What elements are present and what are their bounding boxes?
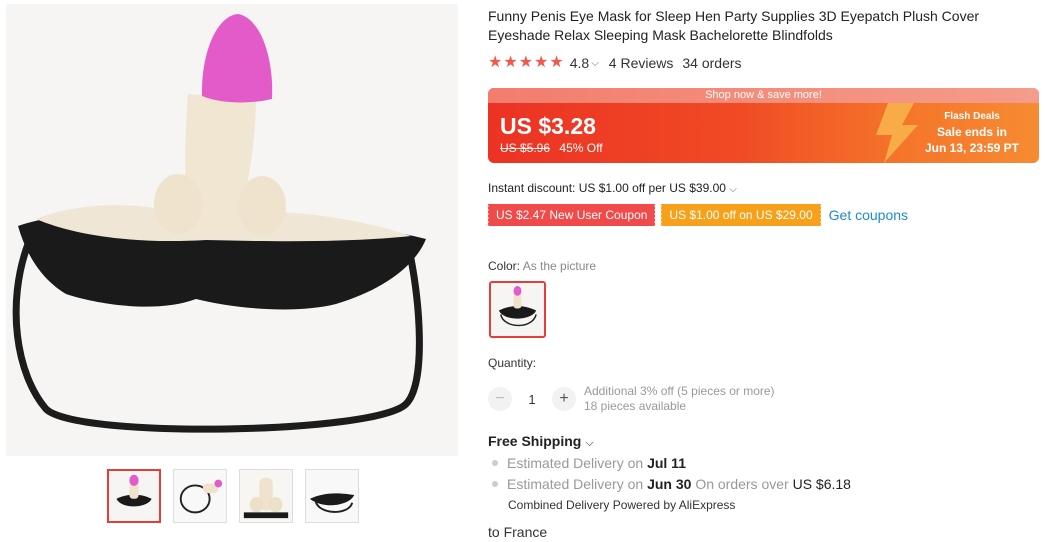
new-user-coupon[interactable]: US $2.47 New User Coupon [486,204,656,226]
flash-deal-banner: Shop now & save more! US $3.28 US $5.96 … [488,88,1039,163]
color-value: As the picture [522,259,597,273]
main-product-image[interactable] [6,4,458,456]
delivery-estimate-1: Estimated Delivery on Jul 11 [488,455,686,471]
thumbnail-strip [107,469,359,523]
decrease-quantity-button[interactable]: − [488,387,512,411]
thumbnail-4[interactable] [305,469,359,523]
star-icon: ★ [503,54,518,71]
ship-to-prefix: to [488,524,500,540]
ship-to[interactable]: to France [488,524,547,540]
thumbnail-3[interactable] [239,469,293,523]
stock-available: 18 pieces available [584,399,687,413]
chevron-down-icon[interactable]: ⌵ [591,58,599,69]
delivery-2-date: Jun 30 [647,476,692,492]
sale-end-date: Jun 13, 23:59 PT [924,141,1020,155]
shipping-title[interactable]: Free Shipping ⌵ [488,433,594,450]
ship-to-country: France [503,524,548,540]
rating-value[interactable]: 4.8 [570,55,589,71]
get-coupons-link[interactable]: Get coupons [829,207,908,223]
bulk-discount-note: Additional 3% off (5 pieces or more) [584,384,775,398]
color-label-text: Color: [488,259,521,273]
quantity-label: Quantity: [488,356,537,370]
bullet-icon [492,481,498,487]
rating-row: ★ ★ ★ ★ ★ 4.8 ⌵ 4 Reviews 34 orders [488,55,742,72]
delivery-1-prefix: Estimated Delivery on [507,455,644,471]
original-price: US $5.96 [500,141,551,155]
chevron-down-icon[interactable]: ⌵ [585,437,593,449]
banner-top-text: Shop now & save more! [488,88,1039,103]
quantity-input[interactable]: 1 [512,392,552,407]
store-coupon[interactable]: US $1.00 off on US $29.00 [660,204,821,226]
shipping-title-text: Free Shipping [488,433,582,449]
delivery-1-date: Jul 11 [647,455,686,471]
discount-percent: 45% Off [559,141,603,155]
flash-deals-info: Flash Deals Sale ends in Jun 13, 23:59 P… [917,110,1027,156]
star-icon: ★ [549,54,564,71]
rating-stars: ★ ★ ★ ★ ★ [488,55,564,71]
current-price: US $3.28 [500,113,596,139]
delivery-2-amount: US $6.18 [792,476,851,492]
flash-deals-title: Flash Deals [944,111,1000,122]
delivery-2-prefix: Estimated Delivery on [507,476,644,492]
original-price-row: US $5.96 45% Off [500,141,603,155]
quantity-stepper: − 1 + Additional 3% off (5 pieces or mor… [488,384,775,414]
reviews-link[interactable]: 4 Reviews [609,55,674,71]
thumbnail-1[interactable] [107,469,161,523]
orders-count: 34 orders [682,55,742,71]
sale-ends-label: Sale ends in [936,125,1008,139]
quantity-note: Additional 3% off (5 pieces or more) 18 … [584,384,775,414]
delivery-estimate-2: Estimated Delivery on Jun 30 On orders o… [488,476,851,492]
combined-delivery: Combined Delivery Powered by AliExpress [508,498,736,512]
delivery-2-condition: On orders over [695,476,789,492]
coupons-row: US $2.47 New User Coupon US $1.00 off on… [486,204,908,226]
bullet-icon [492,460,498,466]
thumbnail-2[interactable] [173,469,227,523]
instant-discount-text: Instant discount: US $1.00 off per US $3… [488,181,726,195]
color-label: Color: As the picture [488,259,596,273]
instant-discount[interactable]: Instant discount: US $1.00 off per US $3… [488,181,737,195]
chevron-down-icon[interactable]: ⌵ [729,184,737,195]
star-icon: ★ [534,54,549,71]
increase-quantity-button[interactable]: + [552,387,576,411]
star-icon: ★ [518,54,534,71]
star-icon: ★ [488,54,503,71]
product-title: Funny Penis Eye Mask for Sleep Hen Party… [488,8,980,43]
color-swatch-selected[interactable] [489,281,546,338]
